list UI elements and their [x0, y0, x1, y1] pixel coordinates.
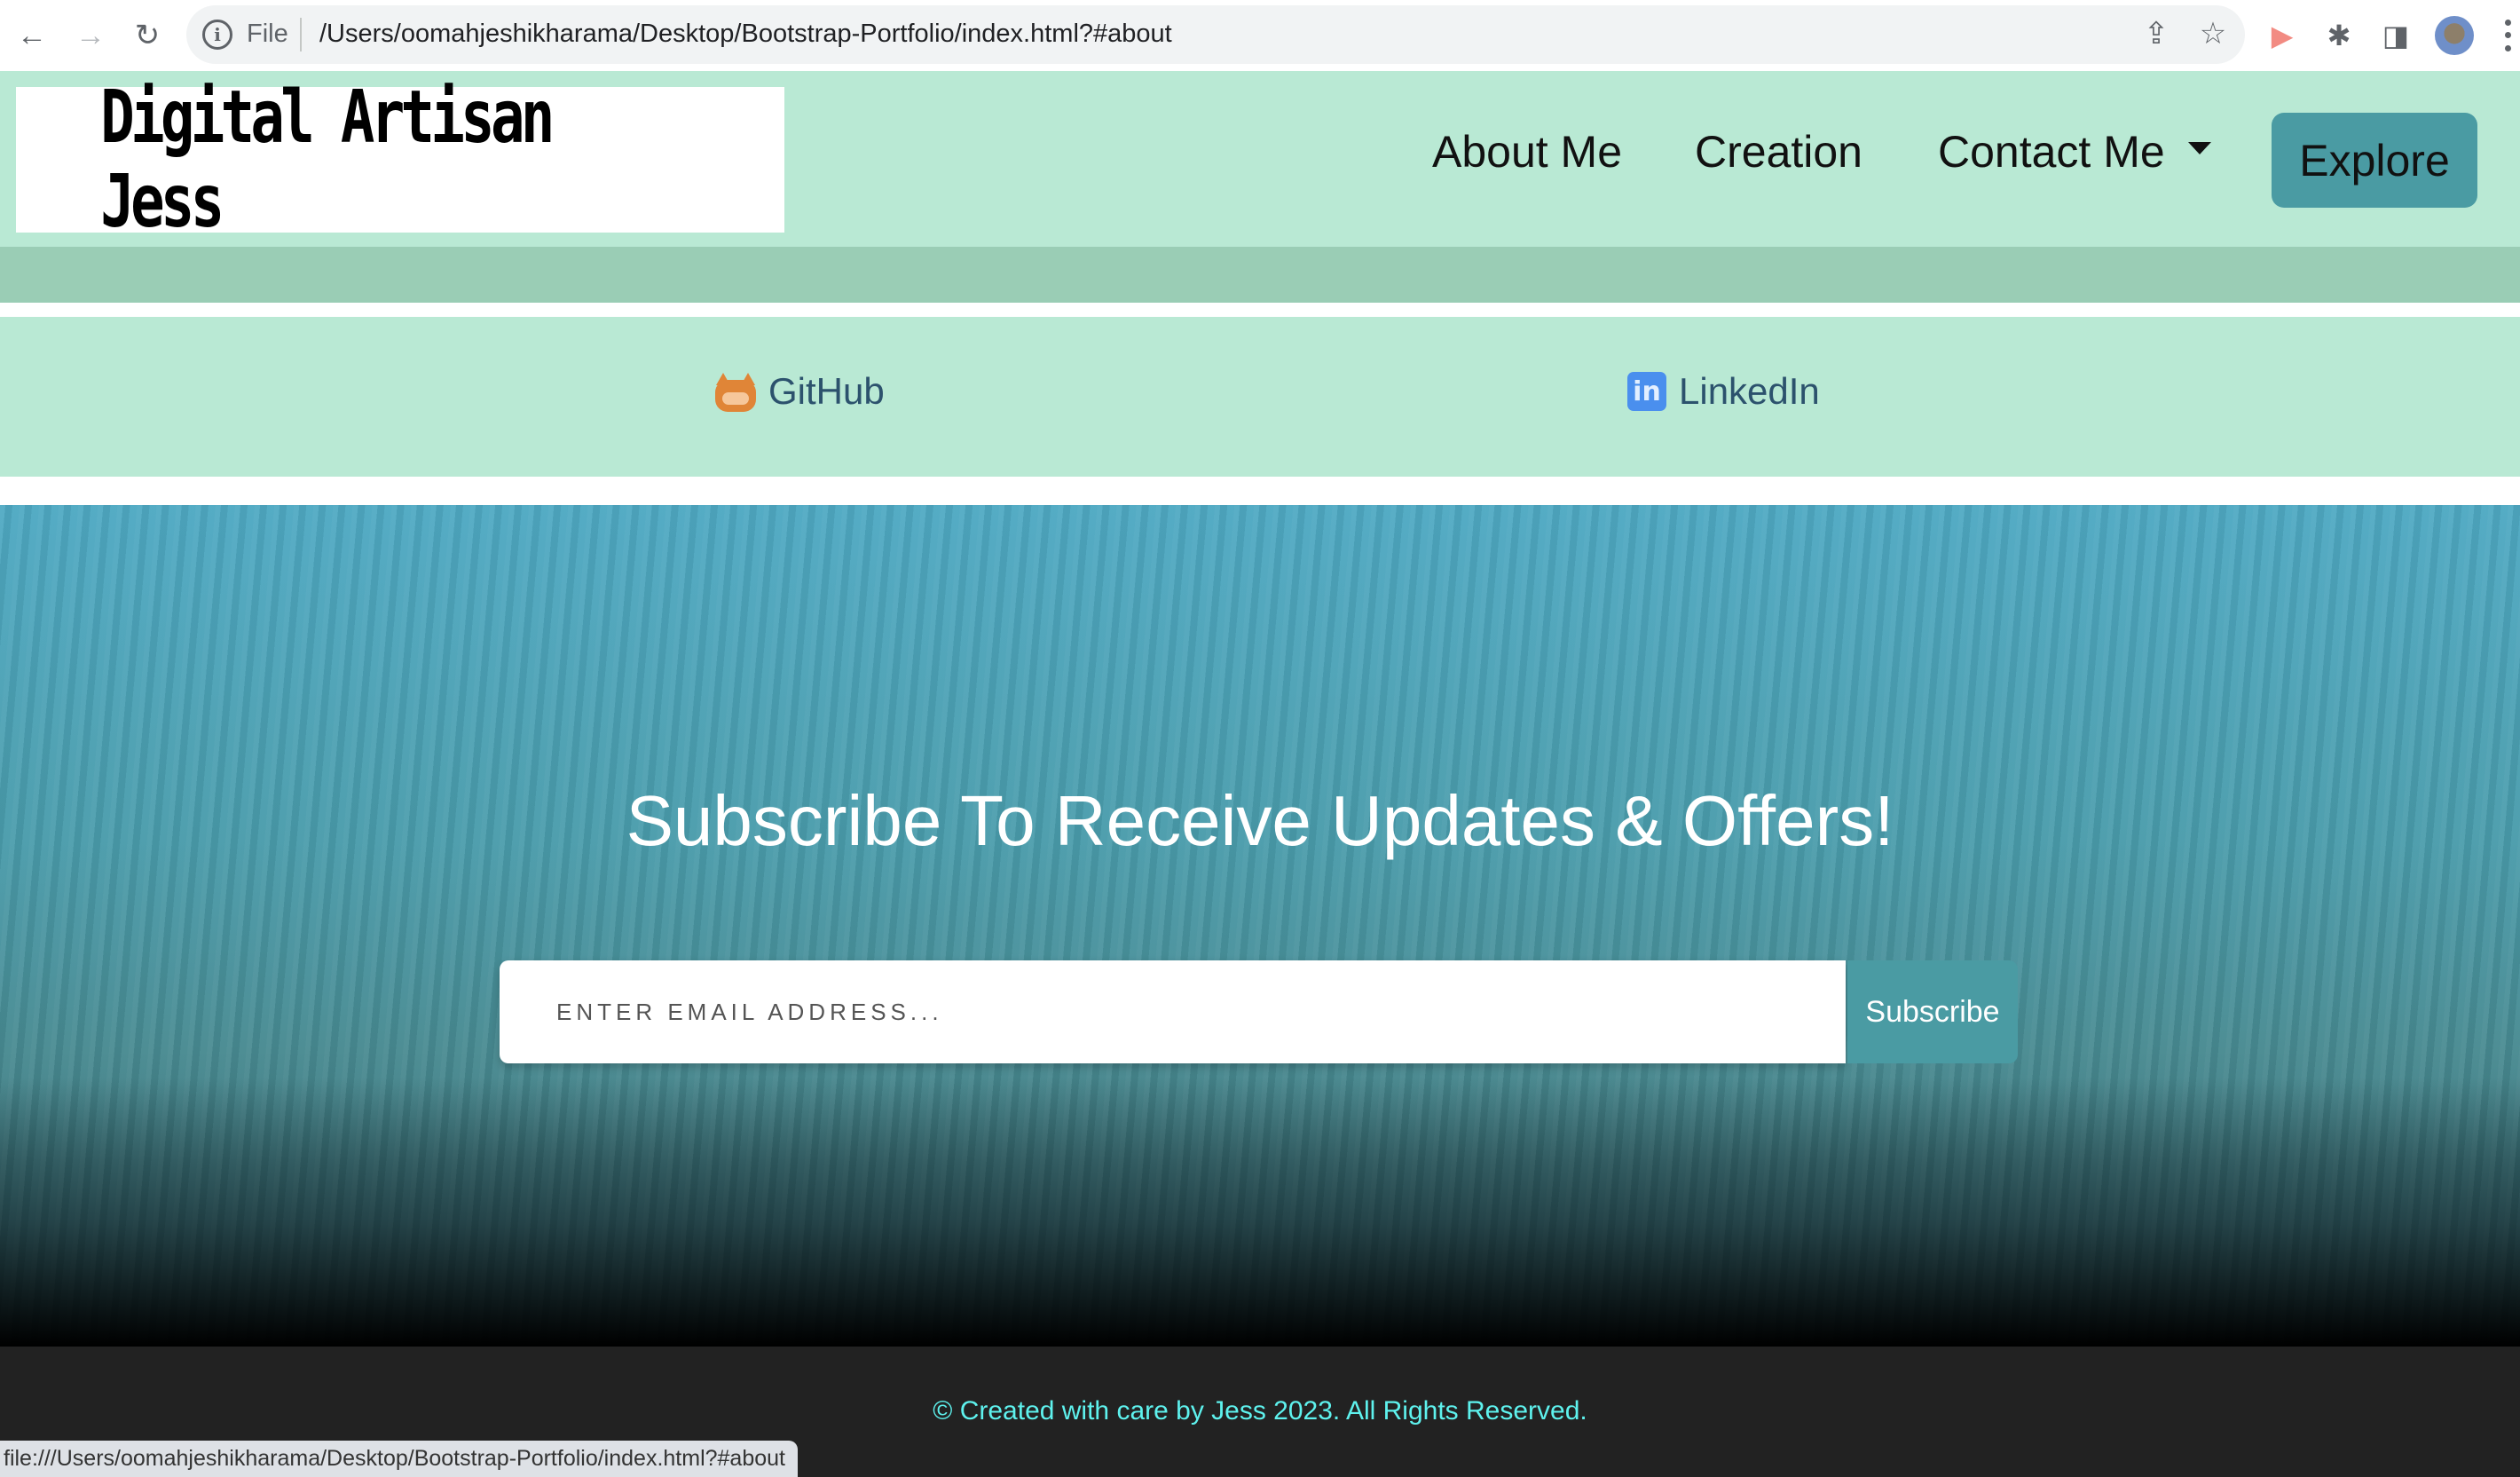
email-input[interactable] [500, 960, 1846, 1063]
subscribe-button[interactable]: Subscribe [1847, 960, 2018, 1063]
site-navbar: Digital Artisan Jess About Me Creation C… [0, 71, 2520, 247]
linkedin-link[interactable]: in LinkedIn [1627, 370, 1820, 413]
brand-logo[interactable]: Digital Artisan Jess [16, 75, 784, 244]
explore-button[interactable]: Explore [2272, 113, 2477, 208]
reload-icon: ↻ [134, 19, 161, 52]
profile-avatar[interactable] [2435, 16, 2474, 55]
subscribe-heading: Subscribe To Receive Updates & Offers! [626, 781, 1894, 860]
scheme-label: File [247, 20, 288, 48]
github-link[interactable]: GitHub [715, 370, 885, 413]
bookmark-star-icon[interactable]: ☆ [2195, 16, 2231, 51]
nav-link-contact-me[interactable]: Contact Me [1938, 126, 2211, 178]
linkedin-icon: in [1627, 372, 1666, 411]
copyright-text: © Created with care by Jess 2023. All Ri… [933, 1396, 1587, 1426]
cast-extension-icon[interactable]: ▶ [2263, 16, 2302, 55]
reload-button[interactable]: ↻ [128, 16, 167, 55]
chevron-down-icon [2187, 141, 2211, 154]
forward-arrow-icon: → [75, 18, 106, 52]
side-panel-icon[interactable]: ◨ [2376, 16, 2415, 55]
share-icon[interactable]: ⇪ [2138, 16, 2174, 51]
back-arrow-icon: ← [17, 18, 47, 52]
github-label: GitHub [768, 370, 885, 412]
extensions-puzzle-icon[interactable]: ✱ [2319, 16, 2359, 55]
link-status-bar: file:///Users/oomahjeshikharama/Desktop/… [0, 1441, 798, 1477]
site-info-icon[interactable]: i [202, 20, 232, 50]
nav-link-creation[interactable]: Creation [1695, 126, 1862, 178]
address-bar[interactable]: i File /Users/oomahjeshikharama/Desktop/… [186, 5, 2245, 64]
nav-bottom-band [0, 247, 2520, 303]
subscribe-section: Subscribe To Receive Updates & Offers! S… [0, 505, 2520, 1347]
back-button[interactable]: ← [12, 16, 51, 55]
nav-link-about-me[interactable]: About Me [1432, 126, 1622, 178]
forward-button[interactable]: → [71, 16, 110, 55]
url-text[interactable]: /Users/oomahjeshikharama/Desktop/Bootstr… [319, 20, 1172, 49]
brand-title: Digital Artisan Jess [100, 75, 555, 244]
linkedin-label: LinkedIn [1679, 370, 1820, 412]
browser-menu-icon[interactable] [2495, 16, 2520, 55]
address-separator [300, 18, 302, 51]
nav-link-contact-me-label: Contact Me [1938, 127, 2165, 177]
browser-toolbar: ← → ↻ i File /Users/oomahjeshikharama/De… [0, 0, 2520, 71]
social-links-section: GitHub in LinkedIn [0, 317, 2520, 477]
github-octocat-icon [715, 371, 756, 412]
